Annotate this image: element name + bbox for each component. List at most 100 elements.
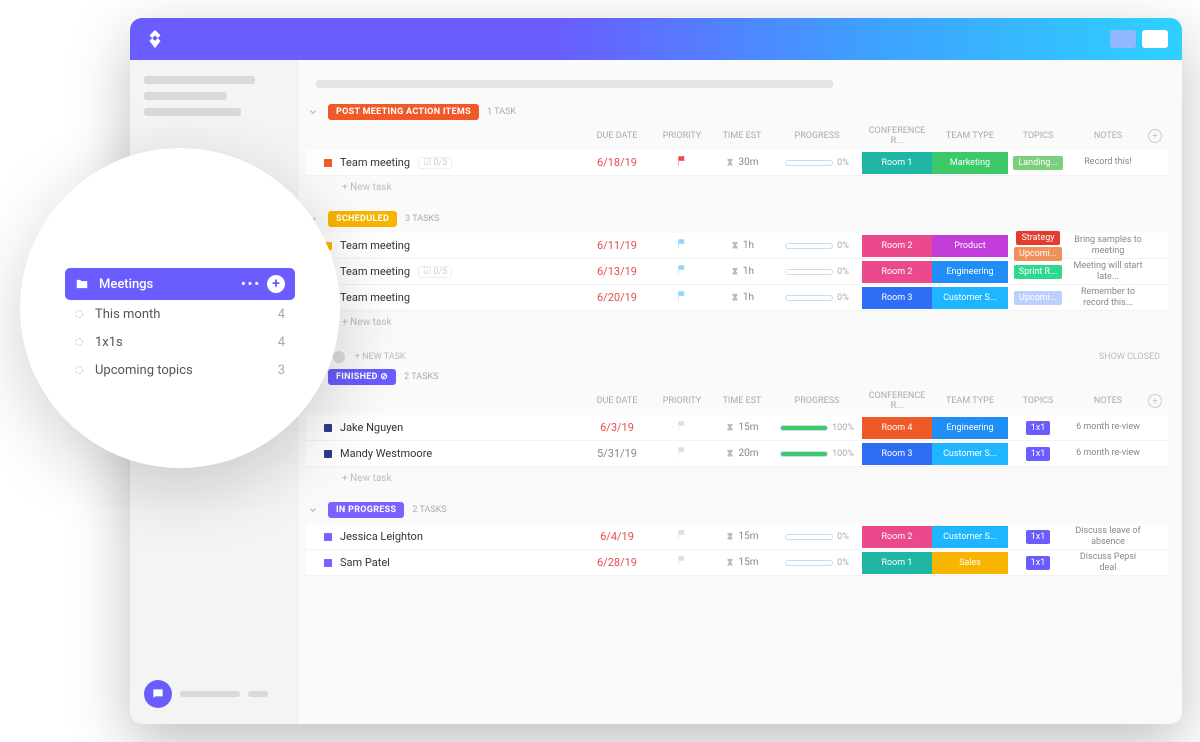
progress[interactable]: 0%	[772, 558, 862, 568]
conference-room-tag[interactable]: Room 1	[862, 152, 932, 174]
topic-tag[interactable]: Strategy	[1016, 231, 1059, 245]
priority-flag-icon[interactable]	[676, 420, 688, 432]
chat-button[interactable]	[144, 680, 172, 708]
folder-list-item[interactable]: Upcoming topics3	[65, 356, 295, 384]
team-type-tag[interactable]: Engineering	[932, 417, 1008, 439]
info-icon[interactable]	[333, 351, 345, 363]
time-estimate[interactable]: 1h	[712, 292, 772, 303]
topic-tag[interactable]: 1x1	[1026, 421, 1051, 435]
collapse-icon[interactable]	[306, 503, 320, 517]
priority-flag-icon[interactable]	[676, 290, 688, 302]
subtask-count[interactable]: ☑ 0/5	[418, 157, 452, 169]
conference-room-tag[interactable]: Room 4	[862, 417, 932, 439]
task-row[interactable]: Jake Nguyen 6/3/19 15m 100% Room 4 Engin…	[306, 415, 1168, 441]
conference-room-tag[interactable]: Room 2	[862, 261, 932, 283]
notes-cell[interactable]: 6 month re-view	[1068, 422, 1148, 432]
team-type-tag[interactable]: Engineering	[932, 261, 1008, 283]
time-estimate[interactable]: 1h	[712, 266, 772, 277]
add-column-button[interactable]: +	[1148, 394, 1162, 408]
topic-tag[interactable]: Upcomi...	[1014, 247, 1062, 261]
hourglass-icon	[725, 423, 735, 433]
status-pill[interactable]: SCHEDULED	[328, 211, 397, 227]
task-row[interactable]: Team meeting ☑ 0/5 6/13/19 1h 0% Room 2 …	[306, 259, 1168, 285]
add-column-button[interactable]: +	[1148, 129, 1162, 143]
topic-tag[interactable]: 1x1	[1026, 447, 1051, 461]
priority-flag-icon[interactable]	[676, 446, 688, 458]
progress[interactable]: 0%	[772, 241, 862, 251]
conference-room-tag[interactable]: Room 2	[862, 235, 932, 257]
conference-room-tag[interactable]: Room 3	[862, 287, 932, 309]
status-pill[interactable]: IN PROGRESS	[328, 502, 404, 518]
team-type-tag[interactable]: Product	[932, 235, 1008, 257]
show-closed-toggle[interactable]: SHOW CLOSED	[1099, 352, 1168, 362]
folder-list-item[interactable]: This month4	[65, 300, 295, 328]
notes-cell[interactable]: Meeting will start late...	[1068, 261, 1148, 282]
more-icon[interactable]: •••	[241, 277, 261, 292]
folder-header[interactable]: Meetings ••• +	[65, 268, 295, 300]
progress[interactable]: 0%	[772, 267, 862, 277]
due-date[interactable]: 6/3/19	[582, 421, 652, 434]
window-btn-1[interactable]	[1110, 30, 1136, 48]
team-type-tag[interactable]: Marketing	[932, 152, 1008, 174]
topic-tag[interactable]: Upcomi...	[1014, 291, 1062, 305]
task-row[interactable]: Sam Patel 6/28/19 15m 0% Room 1 Sales 1x…	[306, 550, 1168, 576]
priority-flag-icon[interactable]	[676, 264, 688, 276]
window-btn-2[interactable]	[1142, 30, 1168, 48]
time-estimate[interactable]: 15m	[712, 422, 772, 433]
priority-flag-icon[interactable]	[676, 555, 688, 567]
progress[interactable]: 100%	[772, 449, 862, 459]
team-type-tag[interactable]: Customer S...	[932, 287, 1008, 309]
new-task-link[interactable]: + New task	[306, 311, 1168, 340]
folder-icon	[75, 277, 89, 291]
due-date[interactable]: 6/20/19	[582, 291, 652, 304]
topic-tag[interactable]: Landing...	[1013, 156, 1062, 170]
notes-cell[interactable]: Remember to record this...	[1068, 287, 1148, 308]
new-task-button[interactable]: + NEW TASK	[355, 352, 406, 362]
notes-cell[interactable]: Discuss Pepsi deal	[1068, 552, 1148, 573]
topic-tag[interactable]: Sprint R...	[1014, 265, 1062, 279]
folder-list-item[interactable]: 1x1s4	[65, 328, 295, 356]
due-date[interactable]: 5/31/19	[582, 447, 652, 460]
due-date[interactable]: 6/28/19	[582, 556, 652, 569]
task-row[interactable]: Team meeting 6/20/19 1h 0% Room 3 Custom…	[306, 285, 1168, 311]
status-pill[interactable]: POST MEETING ACTION ITEMS	[328, 104, 479, 120]
notes-cell[interactable]: Record this!	[1068, 157, 1148, 167]
due-date[interactable]: 6/18/19	[582, 156, 652, 169]
time-estimate[interactable]: 30m	[712, 157, 772, 168]
topic-tag[interactable]: 1x1	[1026, 556, 1051, 570]
priority-flag-icon[interactable]	[676, 238, 688, 250]
team-type-tag[interactable]: Customer S...	[932, 443, 1008, 465]
topic-tag[interactable]: 1x1	[1026, 530, 1051, 544]
conference-room-tag[interactable]: Room 1	[862, 552, 932, 574]
task-row[interactable]: Mandy Westmoore 5/31/19 20m 100% Room 3 …	[306, 441, 1168, 467]
collapse-icon[interactable]	[306, 105, 320, 119]
task-row[interactable]: Team meeting 6/11/19 1h 0% Room 2 Produc…	[306, 233, 1168, 259]
time-estimate[interactable]: 15m	[712, 531, 772, 542]
task-row[interactable]: Team meeting ☑ 0/5 6/18/19 30m 0% Room 1…	[306, 150, 1168, 176]
due-date[interactable]: 6/4/19	[582, 530, 652, 543]
time-estimate[interactable]: 20m	[712, 448, 772, 459]
time-estimate[interactable]: 1h	[712, 240, 772, 251]
due-date[interactable]: 6/13/19	[582, 265, 652, 278]
team-type-tag[interactable]: Sales	[932, 552, 1008, 574]
conference-room-tag[interactable]: Room 3	[862, 443, 932, 465]
notes-cell[interactable]: 6 month re-view	[1068, 448, 1148, 458]
progress[interactable]: 0%	[772, 293, 862, 303]
notes-cell[interactable]: Discuss leave of absence	[1068, 526, 1148, 547]
status-pill[interactable]: FINISHED ⊘	[328, 369, 396, 385]
team-type-tag[interactable]: Customer S...	[932, 526, 1008, 548]
conference-room-tag[interactable]: Room 2	[862, 526, 932, 548]
progress[interactable]: 100%	[772, 423, 862, 433]
notes-cell[interactable]: Bring samples to meeting	[1068, 235, 1148, 256]
progress[interactable]: 0%	[772, 532, 862, 542]
progress[interactable]: 0%	[772, 158, 862, 168]
due-date[interactable]: 6/11/19	[582, 239, 652, 252]
subtask-count[interactable]: ☑ 0/5	[418, 266, 452, 278]
task-row[interactable]: Jessica Leighton 6/4/19 15m 0% Room 2 Cu…	[306, 524, 1168, 550]
add-list-button[interactable]: +	[267, 275, 285, 293]
time-estimate[interactable]: 15m	[712, 557, 772, 568]
priority-flag-icon[interactable]	[676, 155, 688, 167]
new-task-link[interactable]: + New task	[306, 467, 1168, 496]
new-task-link[interactable]: + New task	[306, 176, 1168, 205]
priority-flag-icon[interactable]	[676, 529, 688, 541]
